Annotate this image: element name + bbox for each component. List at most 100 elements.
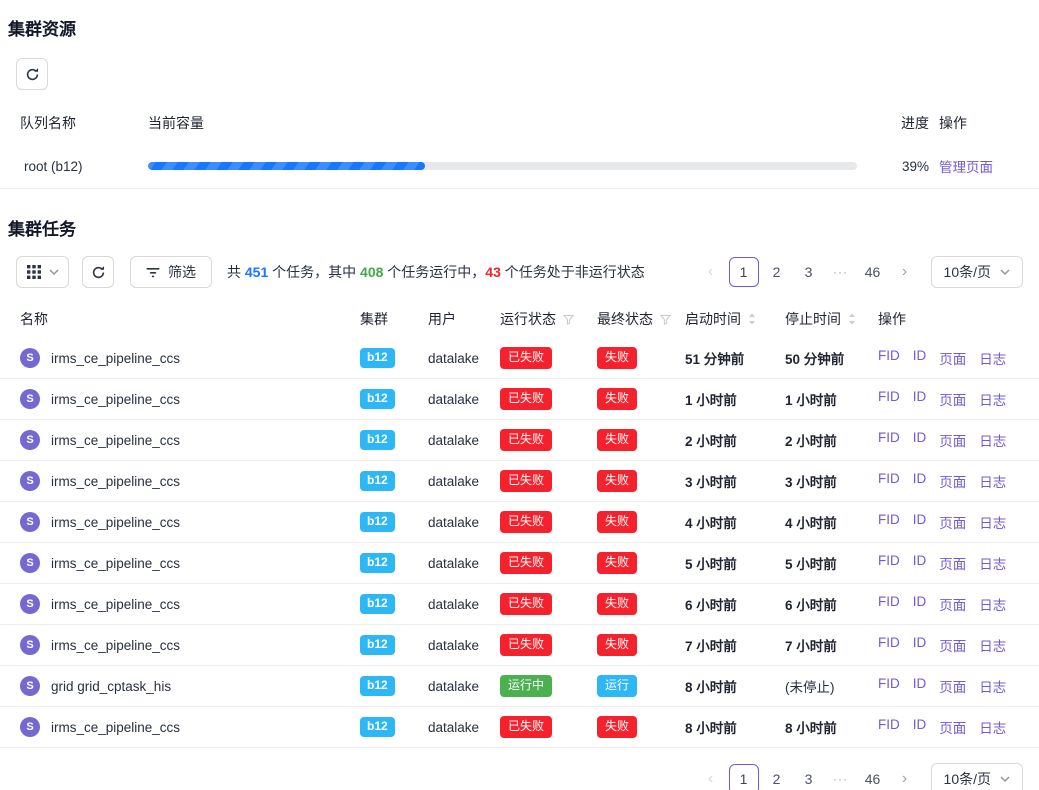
action-fid[interactable]: FID — [878, 676, 900, 696]
action-page[interactable]: 页面 — [939, 676, 966, 696]
page-size-select[interactable]: 10条/页 — [931, 763, 1023, 790]
action-page[interactable]: 页面 — [939, 389, 966, 409]
action-log[interactable]: 日志 — [979, 717, 1006, 737]
action-log[interactable]: 日志 — [979, 512, 1006, 532]
col-name: 名称 — [20, 309, 360, 329]
table-row[interactable]: S irms_ce_pipeline_ccs b12 datalake 已失败 … — [0, 543, 1039, 584]
action-id[interactable]: ID — [913, 471, 927, 491]
action-log[interactable]: 日志 — [979, 635, 1006, 655]
action-id[interactable]: ID — [913, 348, 927, 368]
table-row[interactable]: S irms_ce_pipeline_ccs b12 datalake 已失败 … — [0, 379, 1039, 420]
action-id[interactable]: ID — [913, 717, 927, 737]
action-fid[interactable]: FID — [878, 471, 900, 491]
page-size-select[interactable]: 10条/页 — [931, 256, 1023, 288]
action-page[interactable]: 页面 — [939, 717, 966, 737]
page-number-2[interactable]: 2 — [763, 764, 791, 790]
action-log[interactable]: 日志 — [979, 594, 1006, 614]
col-run-status: 运行状态 — [500, 309, 556, 329]
table-row[interactable]: S irms_ce_pipeline_ccs b12 datalake 已失败 … — [0, 461, 1039, 502]
action-fid[interactable]: FID — [878, 553, 900, 573]
filter-funnel-icon[interactable] — [563, 314, 574, 325]
action-id[interactable]: ID — [913, 512, 927, 532]
cluster-badge: b12 — [360, 348, 395, 367]
action-log[interactable]: 日志 — [979, 348, 1006, 368]
run-status-badge: 已失败 — [500, 347, 552, 368]
table-row[interactable]: S irms_ce_pipeline_ccs b12 datalake 已失败 … — [0, 338, 1039, 379]
final-status-badge: 失败 — [597, 347, 637, 368]
filter-funnel-icon[interactable] — [660, 314, 671, 325]
progress-track — [148, 162, 857, 170]
table-row[interactable]: S irms_ce_pipeline_ccs b12 datalake 已失败 … — [0, 707, 1039, 748]
task-count-summary: 共 451 个任务，其中 408 个任务运行中，43 个任务处于非运行状态 — [227, 262, 645, 282]
tasks-table-header: 名称 集群 用户 运行状态 最终状态 启动时间 停止时间 操作 — [0, 300, 1039, 338]
action-fid[interactable]: FID — [878, 512, 900, 532]
page-number-3[interactable]: 3 — [795, 257, 823, 287]
table-row[interactable]: S irms_ce_pipeline_ccs b12 datalake 已失败 … — [0, 420, 1039, 461]
action-fid[interactable]: FID — [878, 635, 900, 655]
action-id[interactable]: ID — [913, 594, 927, 614]
table-row[interactable]: S irms_ce_pipeline_ccs b12 datalake 已失败 … — [0, 625, 1039, 666]
table-row[interactable]: S irms_ce_pipeline_ccs b12 datalake 已失败 … — [0, 502, 1039, 543]
action-id[interactable]: ID — [913, 430, 927, 450]
page-number-2[interactable]: 2 — [763, 257, 791, 287]
next-page-button[interactable]: › — [891, 764, 919, 790]
page-number-46[interactable]: 46 — [859, 257, 887, 287]
task-user: datalake — [428, 351, 500, 366]
filter-button[interactable]: 筛选 — [130, 256, 212, 288]
table-row[interactable]: S grid grid_cptask_his b12 datalake 运行中 … — [0, 666, 1039, 707]
start-time: 5 小时前 — [685, 553, 785, 573]
action-page[interactable]: 页面 — [939, 348, 966, 368]
action-fid[interactable]: FID — [878, 348, 900, 368]
action-log[interactable]: 日志 — [979, 389, 1006, 409]
spark-avatar-icon: S — [20, 676, 40, 696]
action-page[interactable]: 页面 — [939, 594, 966, 614]
page-number-1[interactable]: 1 — [729, 257, 759, 287]
spark-avatar-icon: S — [20, 430, 40, 450]
task-name: irms_ce_pipeline_ccs — [51, 392, 180, 407]
action-fid[interactable]: FID — [878, 430, 900, 450]
table-row[interactable]: S irms_ce_pipeline_ccs b12 datalake 已失败 … — [0, 584, 1039, 625]
column-settings-button[interactable] — [16, 256, 69, 288]
sort-icon[interactable] — [848, 313, 856, 325]
action-page[interactable]: 页面 — [939, 430, 966, 450]
manage-page-link[interactable]: 管理页面 — [939, 160, 993, 175]
row-actions: FID ID 页面日志 — [878, 348, 1019, 368]
final-status-badge: 运行 — [597, 675, 637, 696]
filter-button-label: 筛选 — [168, 262, 196, 282]
action-log[interactable]: 日志 — [979, 676, 1006, 696]
start-time: 4 小时前 — [685, 512, 785, 532]
page-number-46[interactable]: 46 — [859, 764, 887, 790]
sort-icon[interactable] — [748, 313, 756, 325]
cluster-badge: b12 — [360, 512, 395, 531]
action-fid[interactable]: FID — [878, 717, 900, 737]
page-number-1[interactable]: 1 — [729, 764, 759, 790]
action-fid[interactable]: FID — [878, 594, 900, 614]
action-page[interactable]: 页面 — [939, 471, 966, 491]
action-log[interactable]: 日志 — [979, 553, 1006, 573]
total-task-count: 451 — [245, 264, 268, 280]
tasks-refresh-button[interactable] — [82, 256, 114, 288]
action-id[interactable]: ID — [913, 553, 927, 573]
action-page[interactable]: 页面 — [939, 553, 966, 573]
task-user: datalake — [428, 474, 500, 489]
action-id[interactable]: ID — [913, 389, 927, 409]
action-id[interactable]: ID — [913, 635, 927, 655]
final-status-badge: 失败 — [597, 388, 637, 409]
action-log[interactable]: 日志 — [979, 430, 1006, 450]
start-time: 8 小时前 — [685, 676, 785, 696]
prev-page-button[interactable]: ‹ — [697, 257, 725, 287]
action-page[interactable]: 页面 — [939, 635, 966, 655]
row-actions: FID ID 页面日志 — [878, 553, 1019, 573]
prev-page-button[interactable]: ‹ — [697, 764, 725, 790]
action-log[interactable]: 日志 — [979, 471, 1006, 491]
action-id[interactable]: ID — [913, 676, 927, 696]
col-actions: 操作 — [878, 309, 1019, 329]
resources-refresh-button[interactable] — [16, 58, 48, 90]
task-user: datalake — [428, 638, 500, 653]
action-fid[interactable]: FID — [878, 389, 900, 409]
next-page-button[interactable]: › — [891, 257, 919, 287]
row-actions: FID ID 页面日志 — [878, 717, 1019, 737]
action-page[interactable]: 页面 — [939, 512, 966, 532]
queue-name: root (b12) — [20, 159, 148, 174]
page-number-3[interactable]: 3 — [795, 764, 823, 790]
